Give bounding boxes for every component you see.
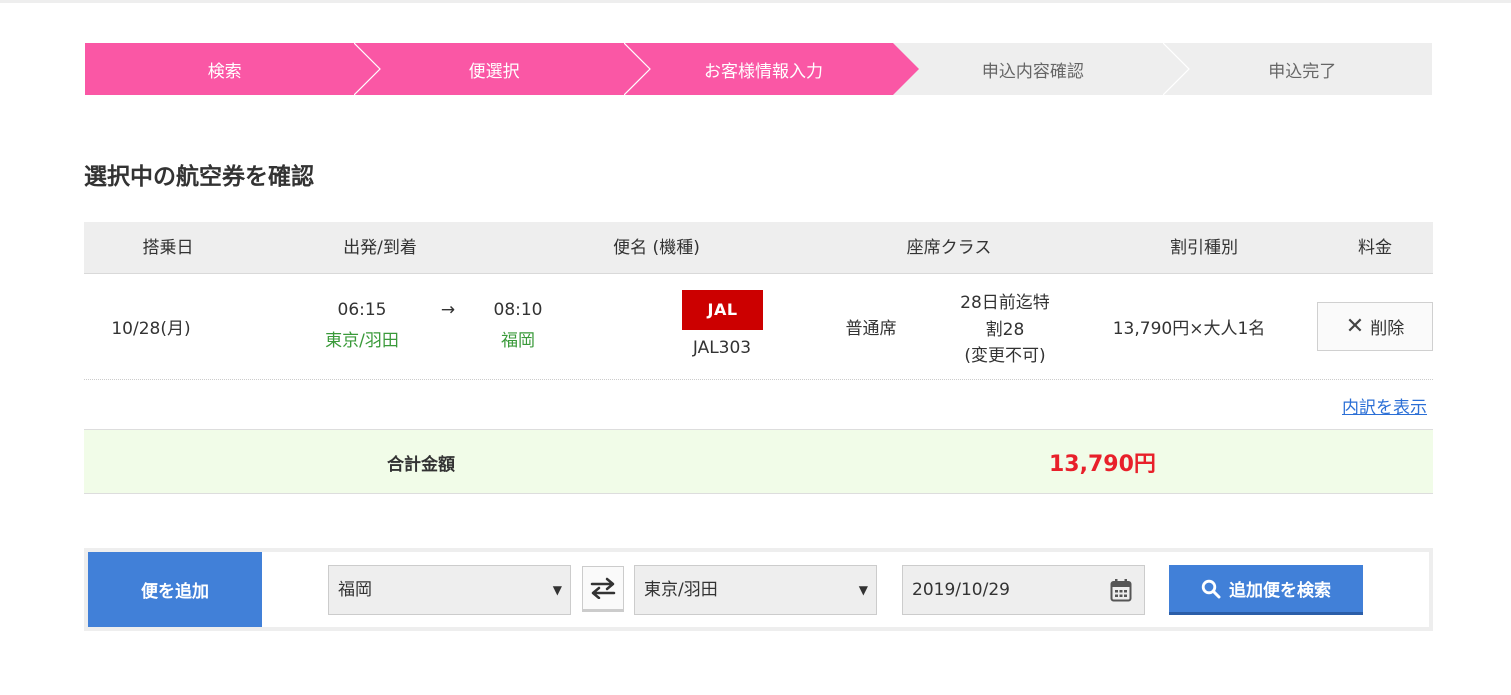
departure-time: 06:15 — [337, 300, 387, 320]
close-icon: ✕ — [1345, 313, 1365, 339]
date-field[interactable]: 2019/10/29 — [902, 565, 1145, 615]
step-confirm: 申込内容確認 — [893, 43, 1190, 95]
discount-type-line1: 28日前迄特 — [960, 293, 1050, 313]
step-label: 申込内容確認 — [981, 61, 1084, 82]
seat-class: 普通席 — [845, 319, 897, 339]
step-separator-icon — [1162, 43, 1190, 95]
airline-logo: JAL — [682, 290, 763, 330]
delete-button[interactable]: ✕ 削除 — [1317, 302, 1433, 351]
step-label: 検索 — [207, 61, 242, 82]
top-divider — [0, 0, 1511, 3]
search-icon — [1201, 579, 1221, 598]
chevron-down-icon: ▼ — [858, 583, 868, 597]
header-date: 搭乗日 — [142, 238, 194, 258]
total-amount: 13,790円 — [1049, 452, 1156, 477]
progress-stepper: 検索 便選択 お客様情報入力 申込内容確認 申込完了 — [85, 43, 1432, 95]
step-search: 検索 — [85, 43, 382, 95]
search-additional-flight-button[interactable]: 追加便を検索 — [1169, 565, 1363, 615]
calendar-icon[interactable] — [1110, 578, 1132, 602]
table-row: 10/28(月) 06:15 東京/羽田 → 08:10 福岡 JAL JAL3… — [84, 274, 1433, 380]
search-button-label: 追加便を検索 — [1229, 581, 1331, 601]
delete-label: 削除 — [1370, 319, 1405, 339]
step-separator-icon — [354, 43, 382, 95]
add-flight-label: 便を追加 — [88, 552, 262, 627]
discount-type-line2: 割28 — [985, 320, 1025, 340]
step-separator-icon — [893, 43, 920, 95]
header-flight: 便名 (機種) — [613, 238, 700, 258]
step-label: お客様情報入力 — [703, 61, 823, 82]
add-flight-bar: 便を追加 福岡 ▼ 東京/羽田 ▼ 2019/10/29 追加便を検索 — [84, 548, 1433, 631]
arrow-icon: → — [440, 300, 456, 320]
header-dep-arr: 出発/到着 — [343, 238, 417, 258]
swap-arrows-icon — [590, 577, 616, 599]
header-fare: 料金 — [1358, 238, 1392, 258]
arrival-airport: 福岡 — [501, 331, 535, 351]
origin-select[interactable]: 福岡 ▼ — [328, 565, 571, 615]
total-label: 合計金額 — [387, 455, 455, 475]
origin-value: 福岡 — [338, 580, 372, 600]
step-customer-info: お客様情報入力 — [623, 43, 920, 95]
boarding-date: 10/28(月) — [111, 319, 191, 339]
page-title: 選択中の航空券を確認 — [84, 164, 314, 190]
header-discount: 割引種別 — [1170, 238, 1238, 258]
flight-number: JAL303 — [692, 338, 752, 358]
arrival-time: 08:10 — [493, 300, 543, 320]
selected-flights-table: 搭乗日 出発/到着 便名 (機種) 座席クラス 割引種別 料金 10/28(月)… — [84, 222, 1433, 494]
destination-select[interactable]: 東京/羽田 ▼ — [634, 565, 877, 615]
chevron-down-icon: ▼ — [552, 583, 562, 597]
step-label: 申込完了 — [1268, 61, 1337, 82]
header-seat-class: 座席クラス — [906, 238, 992, 258]
departure-airport: 東京/羽田 — [325, 331, 399, 351]
discount-type-line3: (変更不可) — [964, 346, 1046, 366]
date-value: 2019/10/29 — [912, 580, 1010, 600]
show-breakdown-link[interactable]: 内訳を表示 — [1342, 393, 1427, 418]
step-separator-icon — [623, 43, 651, 95]
total-row: 合計金額 13,790円 — [84, 430, 1433, 494]
breakdown-row: 内訳を表示 — [84, 380, 1433, 430]
step-label: 便選択 — [468, 61, 520, 82]
table-header: 搭乗日 出発/到着 便名 (機種) 座席クラス 割引種別 料金 — [84, 222, 1433, 274]
fare-detail: 13,790円×大人1名 — [1112, 319, 1266, 339]
step-complete: 申込完了 — [1162, 43, 1432, 95]
swap-airports-button[interactable] — [582, 566, 624, 612]
step-flight-select: 便選択 — [354, 43, 651, 95]
destination-value: 東京/羽田 — [644, 580, 718, 600]
